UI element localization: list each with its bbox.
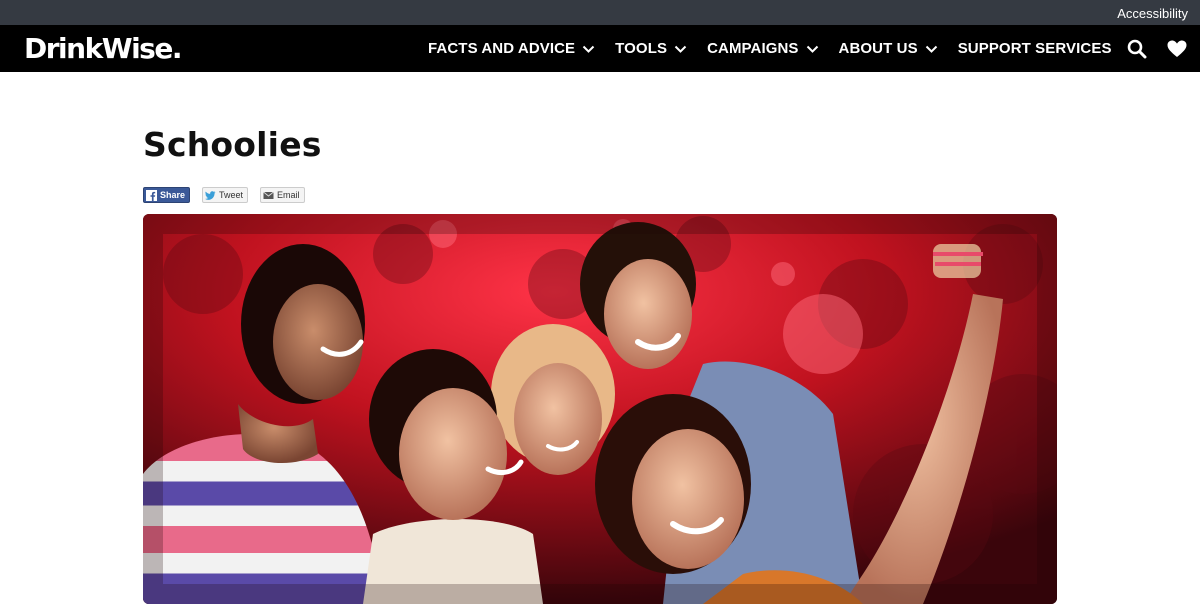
nav-item-label: FACTS AND ADVICE bbox=[428, 40, 576, 57]
facebook-icon bbox=[146, 189, 157, 201]
nav-icon-group bbox=[1108, 25, 1188, 72]
twitter-bird-icon bbox=[205, 190, 216, 200]
utility-bar: Accessibility bbox=[0, 0, 1200, 25]
nav-item-about-us[interactable]: ABOUT US bbox=[839, 40, 938, 57]
email-share-label: Email bbox=[277, 190, 300, 200]
main-content: Schoolies Share Tweet Email bbox=[143, 72, 1057, 604]
nav-item-campaigns[interactable]: CAMPAIGNS bbox=[707, 40, 818, 57]
search-icon[interactable] bbox=[1126, 38, 1148, 60]
nav-item-label: TOOLS bbox=[615, 40, 668, 57]
nav-item-label: ABOUT US bbox=[838, 40, 918, 57]
chevron-down-icon bbox=[582, 45, 595, 53]
nav-item-facts-and-advice[interactable]: FACTS AND ADVICE bbox=[428, 40, 595, 57]
nav-item-tools[interactable]: TOOLS bbox=[615, 40, 687, 57]
facebook-share-label: Share bbox=[160, 190, 186, 200]
hero-photo-illustration bbox=[143, 214, 1057, 604]
accessibility-link[interactable]: Accessibility bbox=[1117, 6, 1188, 21]
facebook-share-button[interactable]: Share bbox=[143, 187, 191, 203]
email-share-button[interactable]: Email bbox=[260, 187, 305, 203]
drinkwise-logo[interactable]: DrinkWise. bbox=[24, 31, 182, 67]
hero-image bbox=[143, 214, 1057, 604]
nav-menu: FACTS AND ADVICE TOOLS CAMPAIGNS ABOUT U… bbox=[428, 25, 1132, 72]
main-navigation: DrinkWise. FACTS AND ADVICE TOOLS CAMPAI… bbox=[0, 25, 1200, 72]
chevron-down-icon bbox=[674, 45, 687, 53]
chevron-down-icon bbox=[806, 45, 818, 53]
twitter-tweet-button[interactable]: Tweet bbox=[202, 187, 249, 203]
nav-item-label: CAMPAIGNS bbox=[707, 40, 799, 57]
page-title: Schoolies bbox=[143, 125, 322, 164]
share-bar: Share Tweet Email bbox=[143, 187, 1057, 203]
chevron-down-icon bbox=[925, 45, 937, 53]
twitter-tweet-label: Tweet bbox=[219, 190, 244, 200]
nav-item-support-services[interactable]: SUPPORT SERVICES bbox=[958, 40, 1112, 57]
heart-icon[interactable] bbox=[1166, 38, 1188, 60]
envelope-icon bbox=[263, 191, 274, 199]
nav-item-label: SUPPORT SERVICES bbox=[957, 40, 1112, 57]
